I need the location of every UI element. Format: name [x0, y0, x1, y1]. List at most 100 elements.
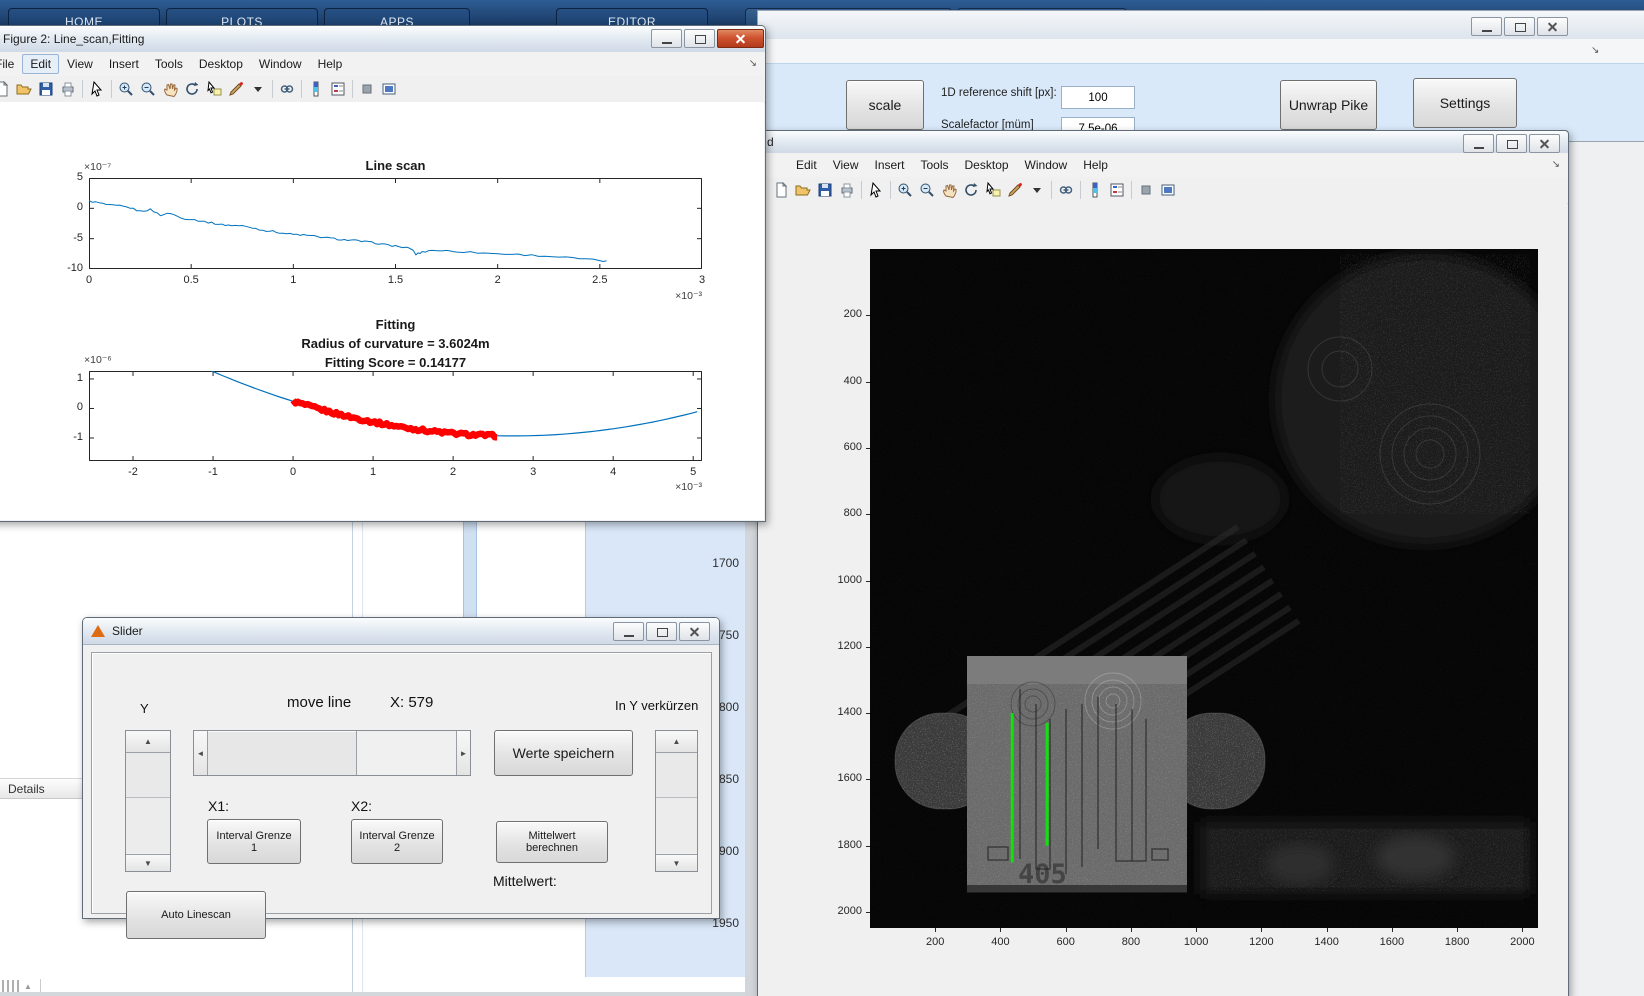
details-label: Details [8, 782, 45, 796]
unwrap-pike-button[interactable]: Unwrap Pike [1280, 80, 1377, 130]
settings-button[interactable]: Settings [1413, 78, 1517, 128]
print-icon[interactable] [57, 79, 79, 99]
data-cursor-icon[interactable] [982, 180, 1004, 200]
figure-right-canvas[interactable]: 405 200400600800100012001400160018002000… [759, 203, 1567, 996]
slider-thumb[interactable] [208, 731, 357, 775]
legend-icon[interactable] [1106, 180, 1128, 200]
close-button[interactable] [1537, 17, 1568, 36]
rotate-3d-icon[interactable] [960, 180, 982, 200]
zoom-in-icon[interactable] [115, 79, 137, 99]
x-tickmark [1522, 928, 1523, 932]
interval-grenze-2-button[interactable]: Interval Grenze 2 [351, 819, 443, 864]
dock-large-icon[interactable] [378, 79, 400, 99]
maximize-button[interactable] [646, 622, 677, 641]
ref-shift-input[interactable] [1061, 86, 1135, 109]
brush-icon[interactable] [225, 79, 247, 99]
link-plots-icon[interactable] [276, 79, 298, 99]
fitting-axes[interactable] [89, 371, 702, 461]
linescan-axes[interactable] [89, 178, 702, 269]
legend-icon[interactable] [327, 79, 349, 99]
dock-arrow-icon[interactable]: ↘ [749, 58, 757, 69]
cursor-arrow-icon[interactable] [86, 79, 108, 99]
cursor-arrow-icon[interactable] [865, 180, 887, 200]
link-plots-icon[interactable] [1055, 180, 1077, 200]
dock-large-icon[interactable] [1157, 180, 1179, 200]
new-doc-icon[interactable] [0, 79, 13, 99]
menu-desktop[interactable]: Desktop [957, 155, 1017, 175]
auto-linescan-button[interactable]: Auto Linescan [126, 891, 266, 939]
menu-edit[interactable]: Edit [22, 54, 59, 74]
mittelwert-berechnen-button[interactable]: Mittelwert berechnen [496, 821, 608, 863]
y-slider-down-button[interactable]: ▼ [126, 854, 170, 871]
minimize-button[interactable] [1463, 134, 1494, 153]
zoom-out-icon[interactable] [916, 180, 938, 200]
minimize-button[interactable] [651, 29, 682, 48]
maximize-button[interactable] [1496, 134, 1527, 153]
menu-insert[interactable]: Insert [101, 54, 147, 74]
brush-icon[interactable] [1004, 180, 1026, 200]
pan-hand-icon[interactable] [938, 180, 960, 200]
caret-down-icon[interactable] [247, 79, 269, 99]
y-tick-label: 1800 [822, 839, 862, 851]
slider-right-arrow[interactable]: ► [456, 731, 470, 775]
menu-file[interactable]: File [0, 54, 22, 74]
dock-small-icon[interactable] [1135, 180, 1157, 200]
menu-edit[interactable]: Edit [788, 155, 825, 175]
minimize-button[interactable] [613, 622, 644, 641]
menu-window[interactable]: Window [251, 54, 310, 74]
menu-window[interactable]: Window [1017, 155, 1076, 175]
in-y-slider-thumb[interactable] [656, 753, 697, 798]
y-slider-up-button[interactable]: ▲ [126, 731, 170, 753]
menu-help[interactable]: Help [1075, 155, 1116, 175]
colorbar-icon[interactable] [305, 79, 327, 99]
figure-right-titlebar[interactable]: d [758, 131, 1568, 154]
menu-desktop[interactable]: Desktop [191, 54, 251, 74]
x-tick-label: 0.5 [171, 274, 211, 286]
in-y-slider-up-button[interactable]: ▲ [656, 731, 697, 753]
save-icon[interactable] [35, 79, 57, 99]
save-icon[interactable] [814, 180, 836, 200]
dock-arrow-icon[interactable]: ↘ [1552, 159, 1560, 170]
scale-button[interactable]: scale [846, 80, 924, 130]
figure2-toolbar [0, 76, 765, 103]
slider-left-arrow[interactable]: ◄ [194, 731, 208, 775]
open-folder-icon[interactable] [13, 79, 35, 99]
data-cursor-icon[interactable] [203, 79, 225, 99]
rotate-3d-icon[interactable] [181, 79, 203, 99]
menu-tools[interactable]: Tools [913, 155, 957, 175]
close-button[interactable] [1529, 134, 1560, 153]
menu-view[interactable]: View [825, 155, 867, 175]
close-button[interactable] [717, 29, 764, 48]
pan-hand-icon[interactable] [159, 79, 181, 99]
werte-speichern-button[interactable]: Werte speichern [494, 730, 633, 776]
open-folder-icon[interactable] [792, 180, 814, 200]
toolbar-separator [890, 181, 891, 199]
maximize-button[interactable] [1504, 17, 1535, 36]
y-slider-track[interactable] [126, 798, 170, 853]
menu-tools[interactable]: Tools [147, 54, 191, 74]
close-button[interactable] [679, 622, 710, 641]
menu-insert[interactable]: Insert [866, 155, 912, 175]
in-y-slider-track[interactable] [656, 798, 697, 853]
in-y-slider-down-button[interactable]: ▼ [656, 854, 697, 871]
zoom-in-icon[interactable] [894, 180, 916, 200]
in-y-slider: ▲ ▼ [655, 730, 698, 872]
menu-view[interactable]: View [59, 54, 101, 74]
y-slider-thumb[interactable] [126, 753, 170, 798]
dock-small-icon[interactable] [356, 79, 378, 99]
x-tickmark [1392, 928, 1393, 932]
print-icon[interactable] [836, 180, 858, 200]
dock-arrow-icon[interactable]: ↘ [1591, 45, 1599, 56]
menu-help[interactable]: Help [310, 54, 351, 74]
slider-track[interactable] [357, 731, 456, 775]
figure2-canvas[interactable]: Line scan ×10⁻⁷ ×10⁻³ Fitting Radius of … [0, 102, 764, 520]
x-tick-label: 2.5 [580, 274, 620, 286]
new-doc-icon[interactable] [770, 180, 792, 200]
interval-grenze-1-button[interactable]: Interval Grenze 1 [207, 819, 301, 864]
maximize-button[interactable] [684, 29, 715, 48]
caret-down-icon[interactable] [1026, 180, 1048, 200]
zoom-out-icon[interactable] [137, 79, 159, 99]
colorbar-icon[interactable] [1084, 180, 1106, 200]
phase-image-axes[interactable]: 405 [870, 249, 1538, 928]
minimize-button[interactable] [1471, 17, 1502, 36]
